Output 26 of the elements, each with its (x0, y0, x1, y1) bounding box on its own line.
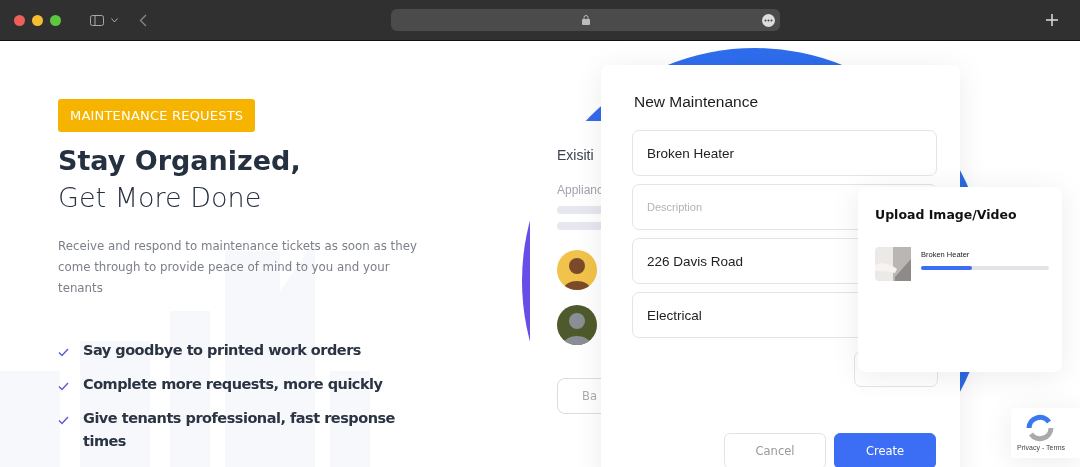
description: Receive and respond to maintenance tickets as soon as they come through to provide peace of mind to you and your tenants (58, 238, 418, 297)
category-badge: MAINTENANCE REQUESTS (58, 99, 256, 132)
lock-icon (581, 15, 590, 25)
check-icon (58, 348, 69, 357)
plus-icon[interactable] (1046, 14, 1058, 26)
address-bar[interactable] (391, 9, 780, 31)
card-subtitle: Applianc (557, 183, 604, 197)
check-icon (58, 416, 69, 425)
back-icon[interactable] (139, 13, 147, 27)
more-icon[interactable] (762, 13, 775, 27)
headline: Stay Organized, (58, 145, 302, 176)
window-control[interactable] (50, 14, 61, 26)
recaptcha-icon (1025, 414, 1055, 442)
feature-text: Complete more requests, more quickly (83, 375, 384, 394)
window-control[interactable] (32, 14, 43, 26)
card-title: Exisiti (557, 147, 594, 163)
feature-text: Give tenants professional, fast response times (83, 409, 396, 451)
create-button[interactable]: Create (834, 433, 936, 467)
chevron-down-icon[interactable] (111, 17, 118, 23)
modal-title: New Maintenance (634, 93, 759, 111)
window-control[interactable] (14, 14, 25, 26)
input-field[interactable]: Broken Heater (632, 130, 937, 176)
check-icon (58, 382, 69, 391)
subheadline: Get More Done (58, 182, 263, 213)
sidebar-icon[interactable] (90, 14, 104, 26)
feature-text: Say goodbye to printed work orders (83, 341, 362, 360)
